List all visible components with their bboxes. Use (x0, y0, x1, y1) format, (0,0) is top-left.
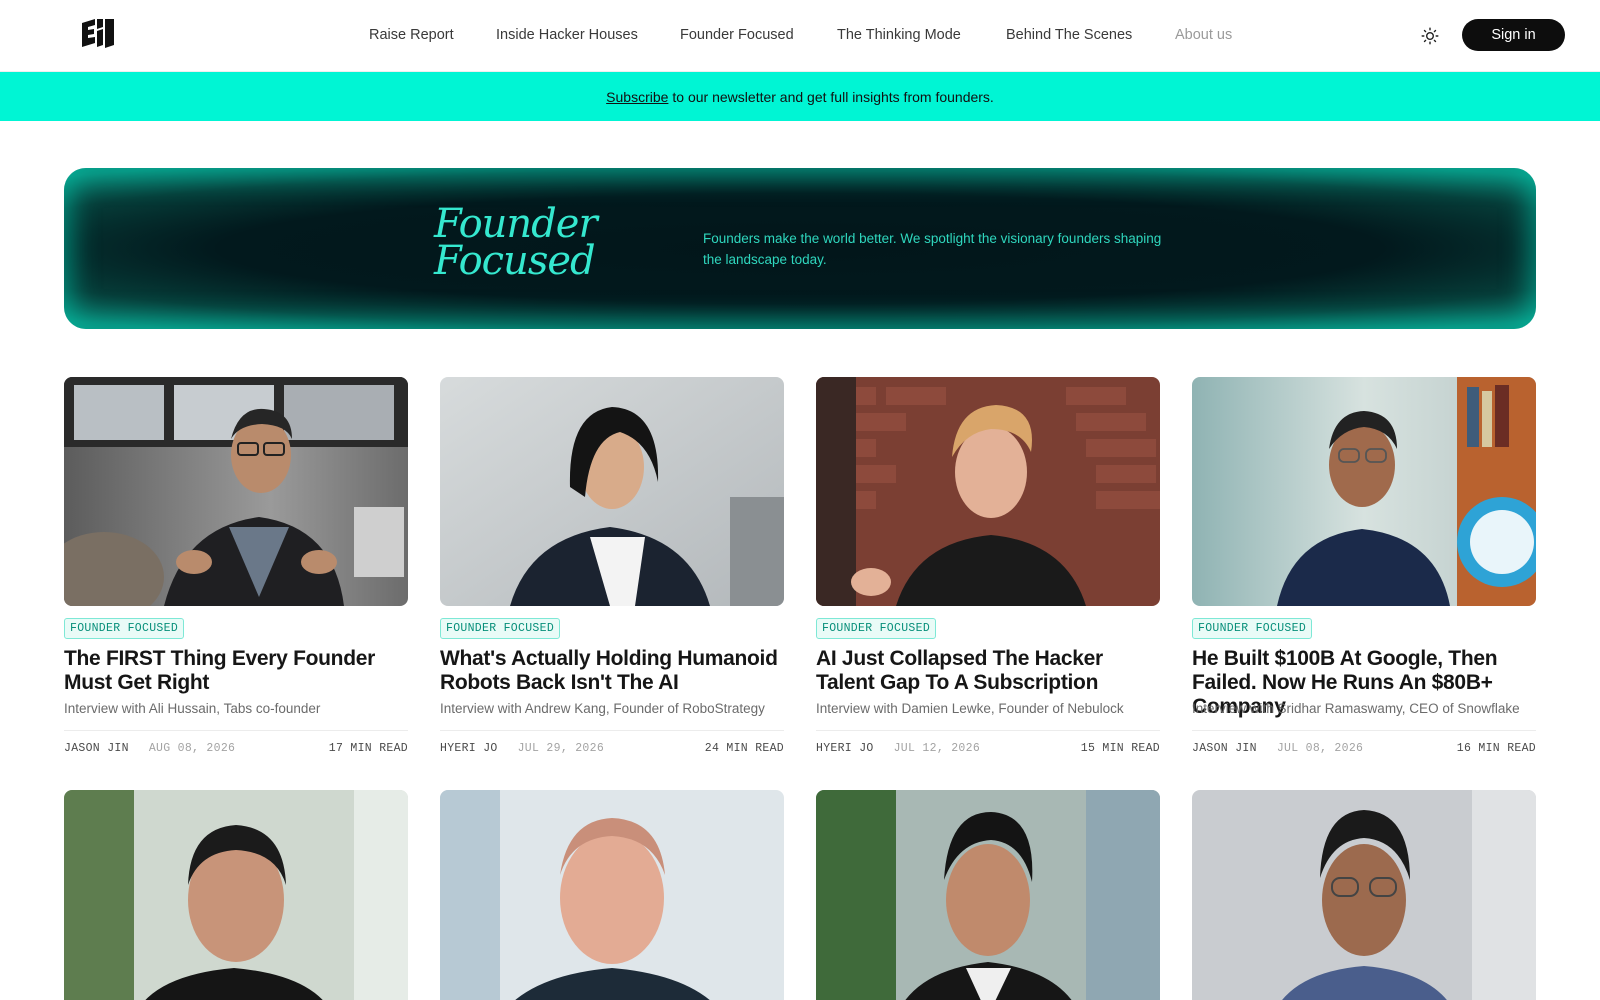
hero-title-line-2: Focused (434, 238, 596, 284)
section-hero: Founder Focused Founders make the world … (64, 168, 1536, 329)
article-title[interactable]: What's Actually Holding Humanoid Robots … (440, 647, 784, 695)
article-card[interactable]: FOUNDER FOCUSED What's Actually Holding … (440, 377, 784, 755)
category-tag[interactable]: FOUNDER FOCUSED (816, 618, 937, 639)
main-nav: Raise Report Inside Hacker Houses Founde… (0, 0, 1600, 72)
category-tag[interactable]: FOUNDER FOCUSED (1192, 618, 1313, 639)
article-read-time: 24 MIN READ (704, 742, 784, 755)
article-date: JUL 12, 2026 (893, 742, 981, 755)
newsletter-banner-text: to our newsletter and get full insights … (672, 88, 994, 105)
article-subtitle: Interview with Damien Lewke, Founder of … (816, 701, 1124, 716)
category-tag[interactable]: FOUNDER FOCUSED (64, 618, 185, 639)
article-author[interactable]: HYERI JO (440, 742, 498, 755)
newsletter-banner: Subscribe to our newsletter and get full… (0, 72, 1600, 121)
article-author[interactable]: JASON JIN (1192, 742, 1257, 755)
nav-inside-hacker-houses[interactable]: Inside Hacker Houses (496, 27, 638, 43)
nav-about-us[interactable]: About us (1175, 27, 1232, 43)
article-thumbnail[interactable] (440, 790, 784, 1000)
article-thumbnail[interactable] (1192, 377, 1536, 606)
article-date: AUG 08, 2026 (148, 742, 236, 755)
nav-thinking-mode[interactable]: The Thinking Mode (837, 27, 961, 43)
article-thumbnail[interactable] (64, 790, 408, 1000)
category-tag[interactable]: FOUNDER FOCUSED (440, 618, 561, 639)
theme-toggle-button[interactable] (1418, 24, 1442, 48)
article-thumbnail[interactable] (64, 377, 408, 606)
hero-description: Founders make the world better. We spotl… (703, 231, 1162, 267)
article-author[interactable]: JASON JIN (64, 742, 129, 755)
article-date: JUL 08, 2026 (1276, 742, 1364, 755)
article-meta: HYERI JO JUL 12, 2026 15 MIN READ (816, 730, 1160, 755)
site-header: Raise Report Inside Hacker Houses Founde… (0, 0, 1600, 72)
article-meta: HYERI JO JUL 29, 2026 24 MIN READ (440, 730, 784, 755)
article-card[interactable]: FOUNDER FOCUSED He Built $100B At Google… (1192, 377, 1536, 755)
article-card[interactable]: FOUNDER FOCUSED AI Just Collapsed The Ha… (816, 377, 1160, 755)
article-subtitle: Interview with Ali Hussain, Tabs co-foun… (64, 701, 321, 716)
article-subtitle: Interview with Andrew Kang, Founder of R… (440, 701, 765, 716)
nav-raise-report[interactable]: Raise Report (369, 27, 454, 43)
article-date: JUL 29, 2026 (517, 742, 605, 755)
article-thumbnail[interactable] (1192, 790, 1536, 1000)
article-thumbnail[interactable] (440, 377, 784, 606)
article-read-time: 17 MIN READ (328, 742, 408, 755)
nav-behind-the-scenes[interactable]: Behind The Scenes (1006, 27, 1132, 43)
article-thumbnail[interactable] (816, 377, 1160, 606)
article-read-time: 16 MIN READ (1456, 742, 1536, 755)
article-meta: JASON JIN JUL 08, 2026 16 MIN READ (1192, 730, 1536, 755)
sign-in-button[interactable]: Sign in (1462, 19, 1565, 51)
article-read-time: 15 MIN READ (1080, 742, 1160, 755)
article-title[interactable]: The FIRST Thing Every Founder Must Get R… (64, 647, 408, 695)
article-meta: JASON JIN AUG 08, 2026 17 MIN READ (64, 730, 408, 755)
nav-founder-focused[interactable]: Founder Focused (680, 27, 794, 43)
article-title[interactable]: AI Just Collapsed The Hacker Talent Gap … (816, 647, 1160, 695)
sun-icon (1421, 27, 1439, 45)
article-thumbnail[interactable] (816, 790, 1160, 1000)
subscribe-link[interactable]: Subscribe (606, 89, 668, 105)
article-author[interactable]: HYERI JO (816, 742, 874, 755)
article-title[interactable]: He Built $100B At Google, Then Failed. N… (1192, 647, 1536, 718)
article-card[interactable]: FOUNDER FOCUSED The FIRST Thing Every Fo… (64, 377, 408, 755)
hero-title: Founder Focused (434, 204, 598, 284)
